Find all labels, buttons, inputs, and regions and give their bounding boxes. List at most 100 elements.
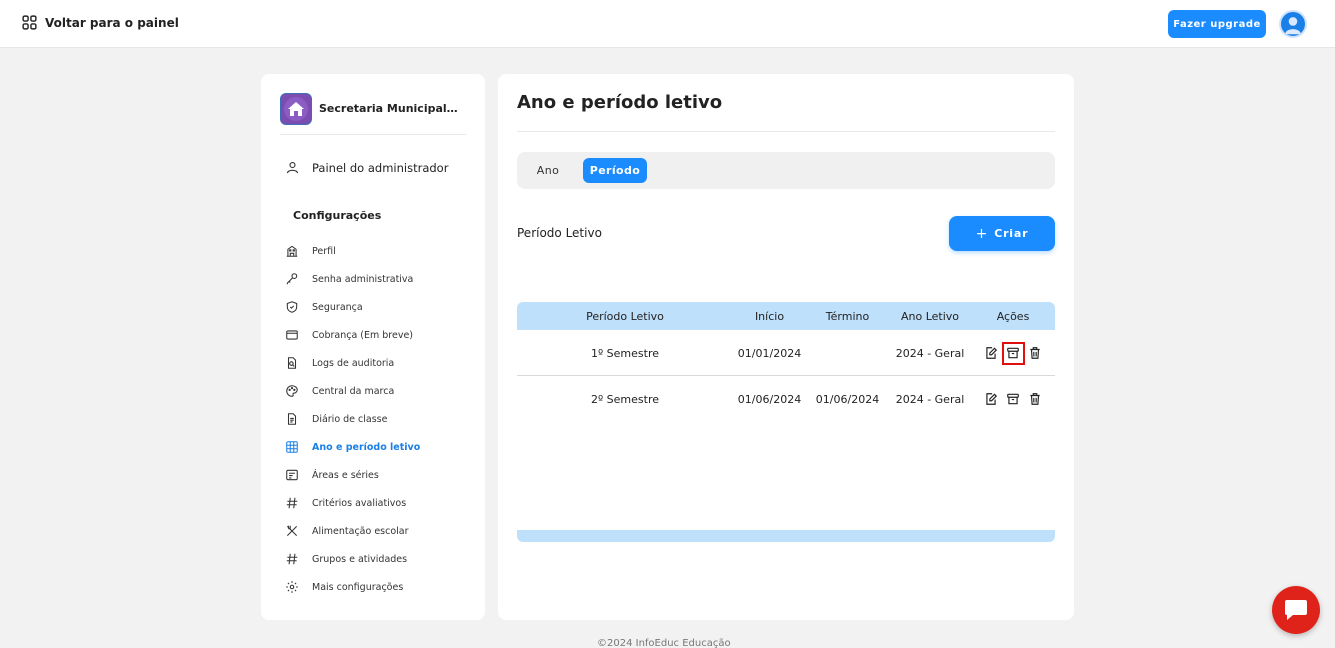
hash-icon [286, 497, 298, 509]
sidebar-item-alimentacao[interactable]: Alimentação escolar [285, 517, 475, 545]
column-header: Ano Letivo [900, 309, 960, 323]
table-row: 2º Semestre 01/06/2024 01/06/2024 2024 -… [517, 376, 1055, 422]
sidebar-item-seguranca[interactable]: Segurança [285, 293, 475, 321]
periods-table: Período Letivo Início Término Ano Letivo… [517, 302, 1055, 422]
edit-icon [986, 393, 998, 405]
cell-periodo: 1º Semestre [590, 346, 659, 360]
admin-panel-link[interactable]: Painel do administrador [285, 160, 448, 175]
cell-termino: 01/06/2024 [815, 392, 880, 406]
list-icon [286, 469, 298, 481]
section-label: Período Letivo [517, 226, 602, 240]
back-label: Voltar para o painel [45, 15, 179, 30]
cell-ano: 2024 - Geral [895, 392, 965, 406]
edit-button[interactable] [983, 345, 1000, 362]
hash-icon [286, 553, 298, 565]
sidebar-item-label: Mais configurações [312, 581, 404, 593]
shield-icon [286, 301, 298, 313]
settings-section-title: Configurações [293, 209, 382, 222]
organization-logo [280, 92, 312, 125]
sidebar-item-senha[interactable]: Senha administrativa [285, 265, 475, 293]
settings-menu: Perfil Senha administrativa Segurança Co… [285, 237, 475, 601]
table-header: Período Letivo Início Término Ano Letivo… [517, 302, 1055, 330]
archive-icon [1007, 393, 1019, 405]
palette-icon [286, 385, 298, 397]
sidebar-item-grupos[interactable]: Grupos e atividades [285, 545, 475, 573]
sidebar-item-label: Logs de auditoria [312, 357, 395, 369]
trash-icon [1030, 393, 1040, 405]
column-header: Ações [996, 309, 1030, 323]
sidebar-item-label: Senha administrativa [312, 273, 414, 285]
column-header: Período Letivo [586, 309, 664, 323]
document-search-icon [287, 357, 297, 369]
tab-ano[interactable]: Ano [527, 158, 569, 183]
sidebar-item-label: Perfil [312, 245, 336, 257]
page-title: Ano e período letivo [517, 92, 723, 113]
archive-icon [1007, 347, 1019, 359]
cell-ano: 2024 - Geral [895, 346, 965, 360]
sidebar-item-areas[interactable]: Áreas e séries [285, 461, 475, 489]
sidebar-item-perfil[interactable]: Perfil [285, 237, 475, 265]
archive-button[interactable] [1001, 341, 1025, 365]
building-icon [286, 245, 298, 257]
card-icon [286, 330, 298, 340]
tab-periodo[interactable]: Período [583, 158, 647, 183]
table-footer [517, 530, 1055, 542]
edit-button[interactable] [983, 391, 1000, 408]
sidebar-item-diario[interactable]: Diário de classe [285, 405, 475, 433]
sidebar-item-cobranca[interactable]: Cobrança (Em breve) [285, 321, 475, 349]
tab-bar: Ano Período [517, 152, 1055, 189]
cell-actions [971, 330, 1055, 376]
edit-icon [986, 347, 998, 359]
back-to-dashboard-link[interactable]: Voltar para o painel [21, 14, 179, 31]
cell-actions [971, 376, 1055, 422]
title-divider [517, 131, 1055, 132]
trash-icon [1030, 347, 1040, 359]
create-button[interactable]: + Criar [949, 216, 1055, 251]
sidebar-item-label: Ano e período letivo [312, 441, 421, 453]
chat-button[interactable] [1272, 586, 1320, 634]
key-icon [286, 273, 298, 285]
user-outline-icon [286, 161, 299, 174]
sidebar-item-label: Grupos e atividades [312, 553, 408, 565]
column-header: Término [825, 309, 870, 323]
sidebar-item-ano-periodo[interactable]: Ano e período letivo [285, 433, 475, 461]
utensils-icon [286, 525, 298, 537]
document-icon [287, 413, 297, 425]
organization-header: Secretaria Municipal de... [280, 87, 466, 135]
user-icon [1285, 17, 1301, 35]
sidebar-item-mais[interactable]: Mais configurações [285, 573, 475, 601]
create-label: Criar [994, 227, 1029, 240]
column-header: Início [754, 309, 785, 323]
cell-inicio: 01/06/2024 [737, 392, 802, 406]
sidebar-item-label: Alimentação escolar [312, 525, 409, 537]
house-icon [284, 96, 308, 121]
gear-icon [286, 581, 298, 593]
top-bar: Voltar para o painel Fazer upgrade [0, 0, 1335, 48]
cell-periodo: 2º Semestre [590, 392, 659, 406]
main-panel: Ano e período letivo Ano Período Período… [498, 74, 1074, 620]
settings-sidebar: Secretaria Municipal de... Painel do adm… [261, 74, 485, 620]
sidebar-item-marca[interactable]: Central da marca [285, 377, 475, 405]
user-avatar[interactable] [1279, 10, 1307, 38]
admin-panel-label: Painel do administrador [312, 160, 449, 175]
plus-icon: + [975, 225, 989, 242]
table-row: 1º Semestre 01/01/2024 2024 - Geral [517, 330, 1055, 376]
sidebar-item-label: Áreas e séries [312, 469, 379, 481]
delete-button[interactable] [1027, 345, 1044, 362]
chat-icon [1285, 600, 1307, 620]
archive-button[interactable] [1005, 391, 1022, 408]
delete-button[interactable] [1027, 391, 1044, 408]
sidebar-item-label: Diário de classe [312, 413, 388, 425]
page-footer: ©2024 InfoEduc Educação [597, 638, 731, 648]
grid-icon [22, 15, 37, 30]
sidebar-item-criterios[interactable]: Critérios avaliativos [285, 489, 475, 517]
cell-inicio: 01/01/2024 [737, 346, 802, 360]
calendar-grid-icon [286, 441, 298, 453]
sidebar-item-label: Segurança [312, 301, 363, 313]
sidebar-item-label: Critérios avaliativos [312, 497, 407, 509]
sidebar-item-label: Cobrança (Em breve) [312, 329, 414, 341]
upgrade-button[interactable]: Fazer upgrade [1168, 10, 1266, 38]
cell-termino [810, 330, 885, 376]
sidebar-item-logs[interactable]: Logs de auditoria [285, 349, 475, 377]
organization-name: Secretaria Municipal de... [319, 102, 459, 115]
